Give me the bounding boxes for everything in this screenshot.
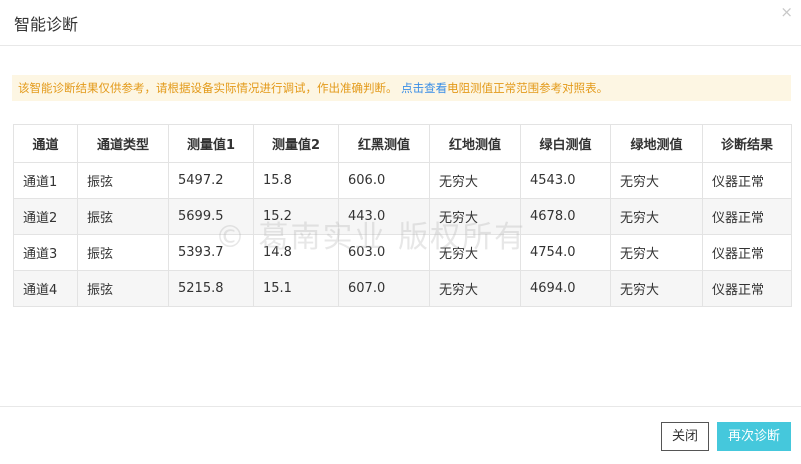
column-header: 红地测值 [429,124,521,163]
table-row: 通道2 振弦 5699.5 15.2 443.0 无穷大 4678.0 无穷大 … [13,198,792,235]
table-cell: 通道4 [13,270,78,307]
table-cell: 仪器正常 [702,270,792,307]
diagnosis-table: 通道 通道类型 测量值1 测量值2 红黑测值 红地测值 绿白测值 绿地测值 诊断… [13,124,792,307]
table-cell: 无穷大 [429,198,521,235]
column-header: 绿白测值 [520,124,611,163]
column-header: 通道类型 [77,124,169,163]
table-cell: 通道2 [13,198,78,235]
column-header: 绿地测值 [610,124,703,163]
table-cell: 4694.0 [520,270,611,307]
close-icon[interactable]: × [780,4,793,20]
table-cell: 仪器正常 [702,162,792,199]
table-cell: 4543.0 [520,162,611,199]
table-cell: 通道3 [13,234,78,271]
table-cell: 无穷大 [610,198,703,235]
table-cell: 5699.5 [168,198,254,235]
dialog-header: 智能诊断 × [0,0,801,46]
table-cell: 5497.2 [168,162,254,199]
diagnosis-table-wrap: 通道 通道类型 测量值1 测量值2 红黑测值 红地测值 绿白测值 绿地测值 诊断… [13,124,792,307]
table-cell: 振弦 [77,270,169,307]
table-cell: 仪器正常 [702,234,792,271]
table-cell: 无穷大 [429,162,521,199]
table-cell: 无穷大 [429,270,521,307]
table-row: 通道1 振弦 5497.2 15.8 606.0 无穷大 4543.0 无穷大 … [13,162,792,199]
table-cell: 4678.0 [520,198,611,235]
table-cell: 无穷大 [610,270,703,307]
table-cell: 振弦 [77,198,169,235]
table-cell: 5393.7 [168,234,254,271]
column-header: 测量值1 [168,124,254,163]
table-row: 通道3 振弦 5393.7 14.8 603.0 无穷大 4754.0 无穷大 … [13,234,792,271]
table-cell: 14.8 [253,234,339,271]
table-cell: 15.8 [253,162,339,199]
diagnosis-dialog: 智能诊断 × 该智能诊断结果仅供参考，请根据设备实际情况进行调试，作出准确判断。… [0,0,801,464]
dialog-title: 智能诊断 [14,15,79,34]
column-header: 通道 [13,124,78,163]
table-cell: 15.1 [253,270,339,307]
table-cell: 无穷大 [610,162,703,199]
table-cell: 仪器正常 [702,198,792,235]
column-header: 测量值2 [253,124,339,163]
dialog-footer: 关闭 再次诊断 [0,406,801,464]
table-cell: 15.2 [253,198,339,235]
table-header-row: 通道 通道类型 测量值1 测量值2 红黑测值 红地测值 绿白测值 绿地测值 诊断… [13,124,792,163]
view-reference-link[interactable]: 点击查看 [401,81,447,95]
table-row: 通道4 振弦 5215.8 15.1 607.0 无穷大 4694.0 无穷大 … [13,270,792,307]
table-cell: 607.0 [338,270,430,307]
notice-banner: 该智能诊断结果仅供参考，请根据设备实际情况进行调试，作出准确判断。 点击查看电阻… [12,75,791,101]
table-cell: 振弦 [77,234,169,271]
close-button[interactable]: 关闭 [661,422,709,451]
table-cell: 通道1 [13,162,78,199]
table-cell: 振弦 [77,162,169,199]
retry-diagnosis-button[interactable]: 再次诊断 [717,422,791,451]
table-cell: 无穷大 [610,234,703,271]
table-cell: 443.0 [338,198,430,235]
column-header: 诊断结果 [702,124,792,163]
table-cell: 5215.8 [168,270,254,307]
table-cell: 无穷大 [429,234,521,271]
notice-link-rest: 电阻测值正常范围参考对照表。 [447,81,609,95]
table-cell: 4754.0 [520,234,611,271]
column-header: 红黑测值 [338,124,430,163]
table-cell: 606.0 [338,162,430,199]
table-cell: 603.0 [338,234,430,271]
notice-text: 该智能诊断结果仅供参考，请根据设备实际情况进行调试，作出准确判断。 [18,81,398,95]
